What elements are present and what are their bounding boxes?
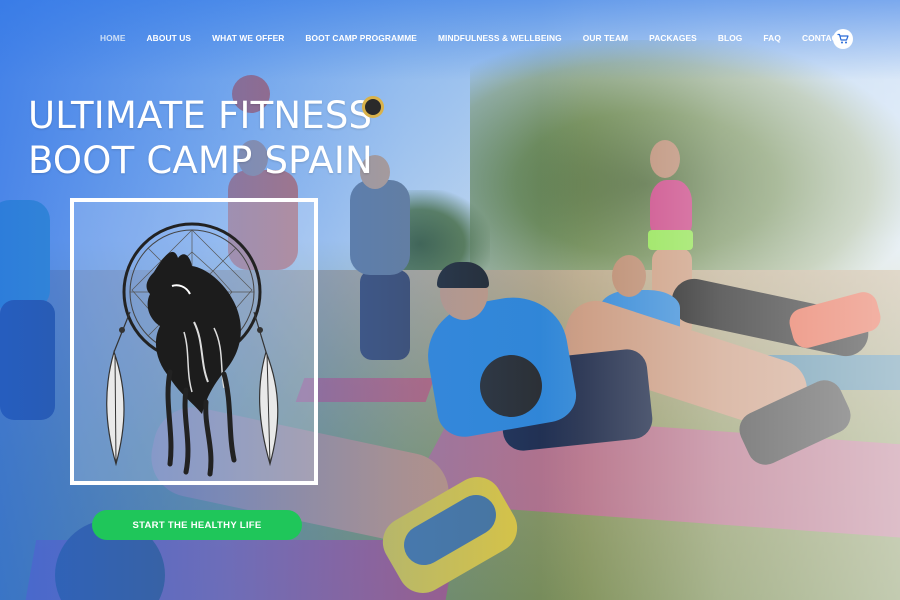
medicine-ball — [362, 96, 384, 118]
nav-item-blog[interactable]: BLOG — [718, 33, 743, 43]
nav-item-what-we-offer[interactable]: WHAT WE OFFER — [212, 33, 284, 43]
shopping-cart-icon-glyph — [837, 33, 849, 44]
wolf-dreamcatcher-logo — [70, 198, 318, 485]
nav-item-about-us[interactable]: ABOUT US — [147, 33, 192, 43]
main-navigation: HOME ABOUT US WHAT WE OFFER BOOT CAMP PR… — [0, 0, 900, 76]
nav-menu: HOME ABOUT US WHAT WE OFFER BOOT CAMP PR… — [100, 33, 843, 43]
shopping-cart-icon[interactable] — [833, 29, 853, 49]
nav-item-boot-camp-programme[interactable]: BOOT CAMP PROGRAMME — [305, 33, 417, 43]
nav-item-packages[interactable]: PACKAGES — [649, 33, 697, 43]
nav-item-mindfulness-wellbeing[interactable]: MINDFULNESS & WELLBEING — [438, 33, 562, 43]
nav-item-our-team[interactable]: OUR TEAM — [583, 33, 628, 43]
page-title-line-2: BOOT CAMP SPAIN — [28, 139, 373, 182]
page-title-line-1: ULTIMATE FITNESS — [28, 94, 373, 137]
page-title: ULTIMATE FITNESS BOOT CAMP SPAIN — [28, 93, 373, 183]
nav-item-faq[interactable]: FAQ — [763, 33, 781, 43]
start-healthy-life-button[interactable]: START THE HEALTHY LIFE — [92, 510, 302, 540]
wolf-dreamcatcher-icon — [106, 222, 279, 477]
nav-item-home[interactable]: HOME — [100, 33, 126, 43]
